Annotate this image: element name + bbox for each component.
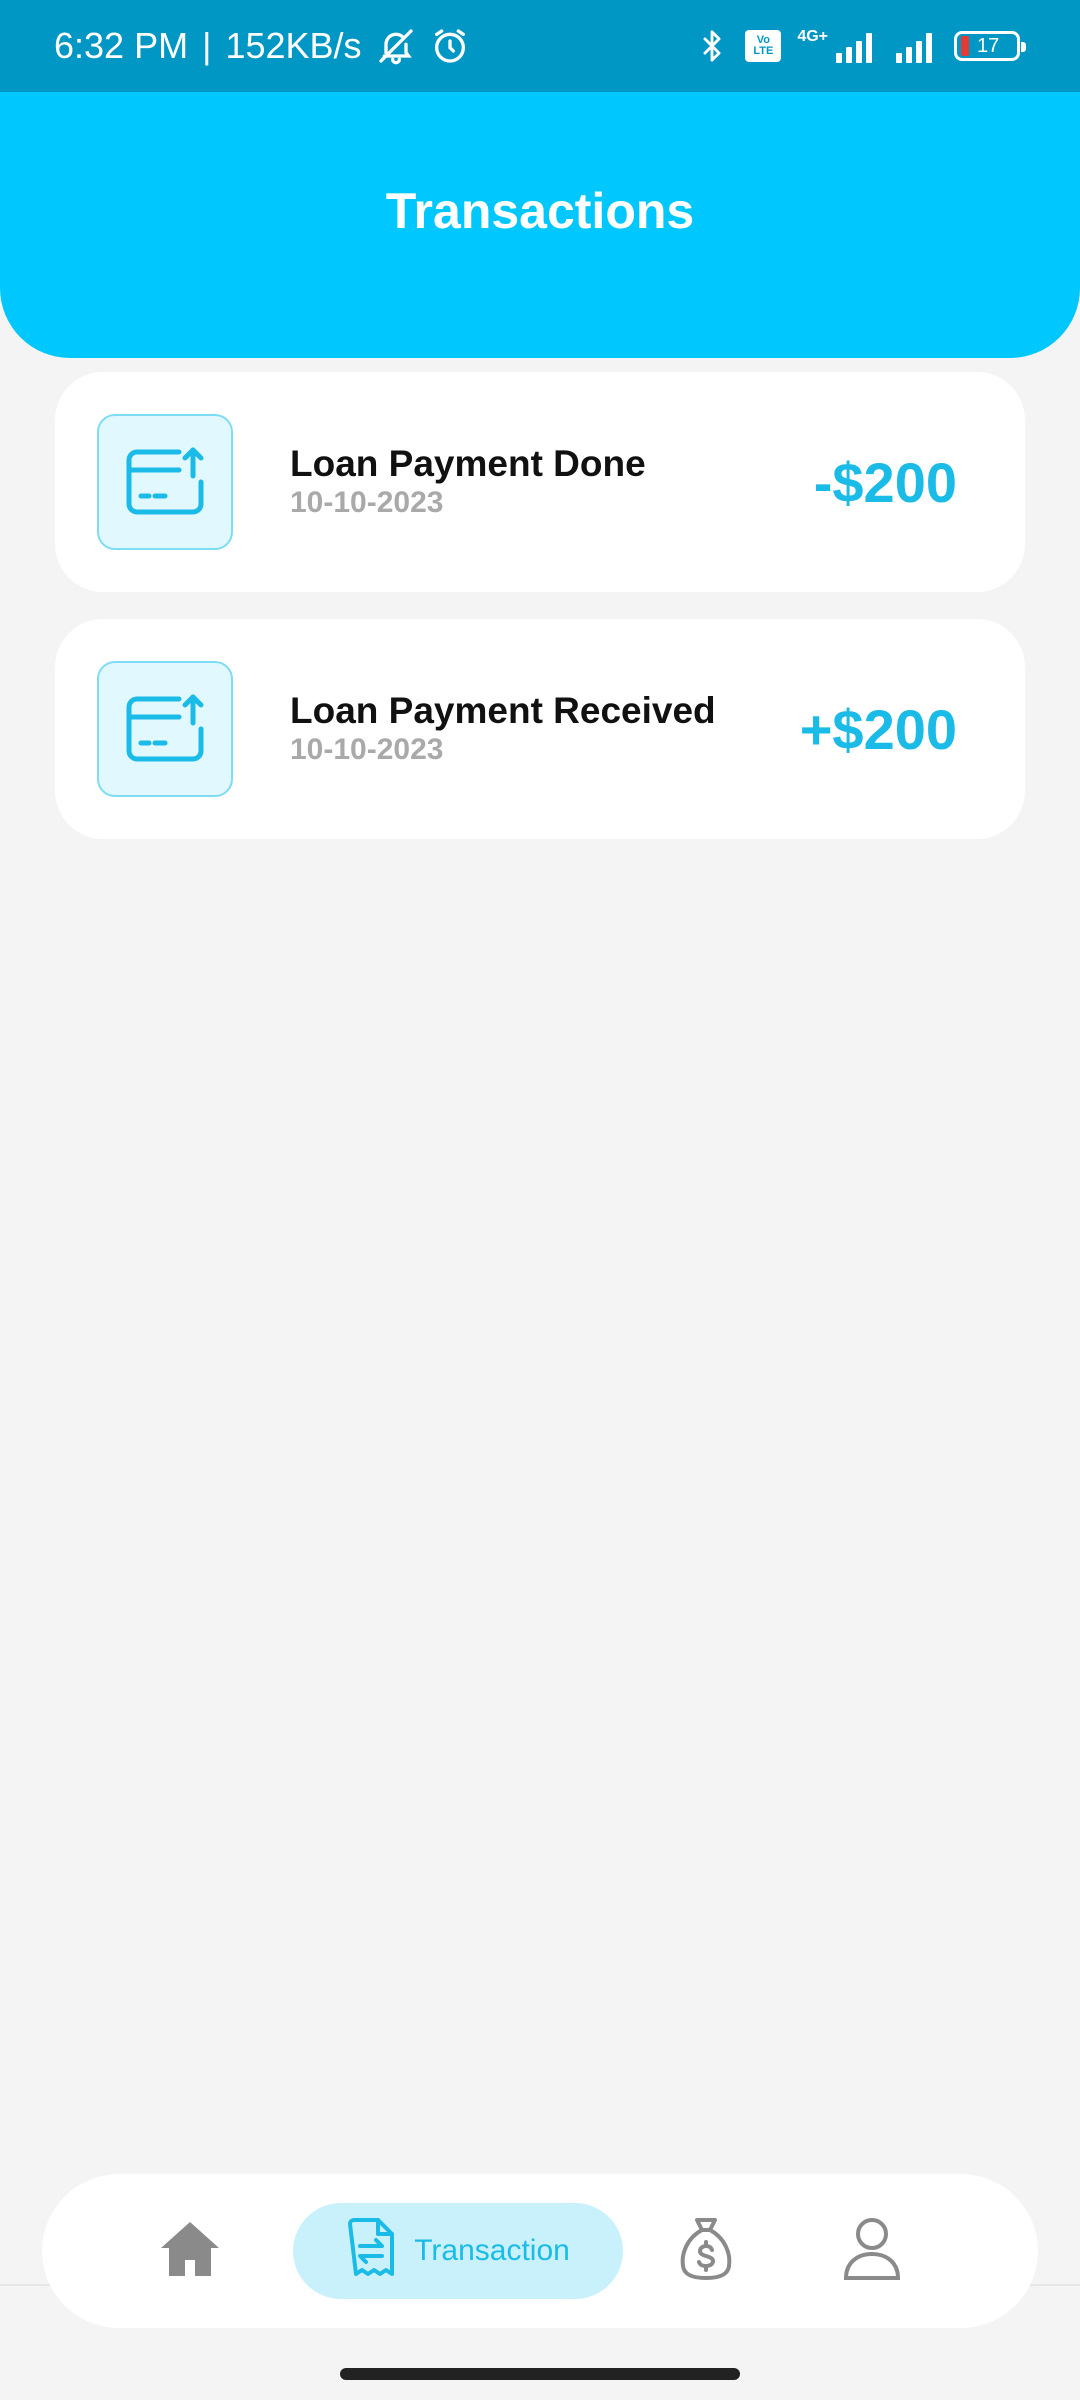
nav-loans[interactable] [662,2174,750,2328]
page-header: Transactions [0,92,1080,358]
status-time: 6:32 PM [54,25,189,66]
status-bar: 6:32 PM | 152KB/s Vo LTE 4G+ 17 [0,0,1080,92]
bottom-nav: Transaction [42,2174,1038,2328]
nav-transaction[interactable]: Transaction [293,2203,623,2299]
volte-badge: Vo LTE [745,30,782,62]
home-indicator[interactable] [340,2368,740,2380]
bluetooth-icon [695,27,729,65]
network-type: 4G+ [797,28,828,45]
network-speed: 152KB/s [225,25,362,66]
alarm-icon [430,26,470,66]
battery-level: 17 [977,34,1000,57]
silent-bell-icon [376,26,416,66]
transaction-title: Loan Payment Received [290,690,716,731]
transaction-date: 10-10-2023 [290,486,444,519]
battery-fill [961,36,969,56]
transaction-amount: -$200 [813,451,957,514]
battery-icon: 17 [954,31,1026,61]
transaction-amount: +$200 [799,698,957,761]
transaction-date: 10-10-2023 [290,733,444,766]
card-upload-icon [97,661,233,797]
transactions-list: Loan Payment Done 10-10-2023 -$200 Loan … [55,372,1025,866]
signal-icon-sim1 [834,29,878,63]
nav-profile[interactable] [828,2174,916,2328]
profile-icon [842,2216,902,2287]
transaction-title: Loan Payment Done [290,443,646,484]
transaction-text: Loan Payment Received 10-10-2023 [290,689,716,767]
transaction-text: Loan Payment Done 10-10-2023 [290,442,646,520]
signal-icon-sim2 [894,29,938,63]
transaction-icon [346,2217,396,2285]
money-bag-icon [677,2216,735,2287]
nav-transaction-label: Transaction [414,2234,570,2267]
home-icon [159,2220,221,2283]
page-title: Transactions [385,183,695,239]
status-separator: | [202,25,212,66]
card-upload-icon [97,414,233,550]
status-right: Vo LTE 4G+ 17 [695,27,1026,65]
status-left: 6:32 PM | 152KB/s [54,25,470,67]
transaction-card[interactable]: Loan Payment Received 10-10-2023 +$200 [55,619,1025,839]
transaction-card[interactable]: Loan Payment Done 10-10-2023 -$200 [55,372,1025,592]
nav-home[interactable] [146,2174,234,2328]
